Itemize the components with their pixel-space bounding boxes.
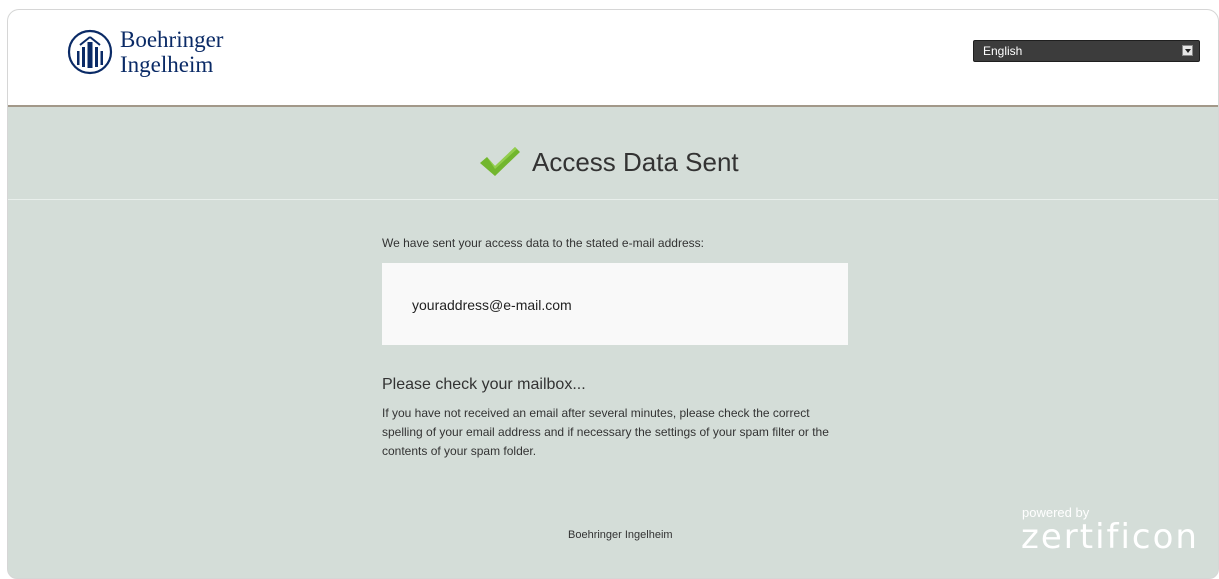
logo-line-1: Boehringer (120, 27, 224, 52)
logo-line-2: Ingelheim (120, 52, 214, 77)
help-text: If you have not received an email after … (382, 406, 829, 458)
title-wrap: Access Data Sent (478, 145, 739, 179)
dropdown-arrow-icon[interactable] (1182, 45, 1193, 56)
intro-text: We have sent your access data to the sta… (382, 236, 704, 250)
logo[interactable]: Boehringer Ingelheim (66, 27, 223, 77)
language-select-value: English (983, 44, 1023, 58)
boehringer-logo-icon (67, 29, 113, 75)
page-frame: Boehringer Ingelheim English Access Data… (7, 9, 1219, 579)
title-band: Access Data Sent (8, 107, 1218, 200)
checkmark-icon (480, 147, 520, 176)
email-address: youraddress@e-mail.com (412, 297, 572, 313)
language-select[interactable]: English (973, 40, 1200, 62)
footer-company: Boehringer Ingelheim (568, 529, 673, 541)
zertificon-logo[interactable]: zertificon (1021, 517, 1199, 557)
page-title: Access Data Sent (532, 146, 739, 177)
header: Boehringer Ingelheim English (8, 10, 1218, 107)
check-mailbox-heading: Please check your mailbox... (382, 376, 586, 393)
email-box: youraddress@e-mail.com (382, 263, 848, 345)
logo-text: Boehringer Ingelheim (120, 27, 223, 77)
